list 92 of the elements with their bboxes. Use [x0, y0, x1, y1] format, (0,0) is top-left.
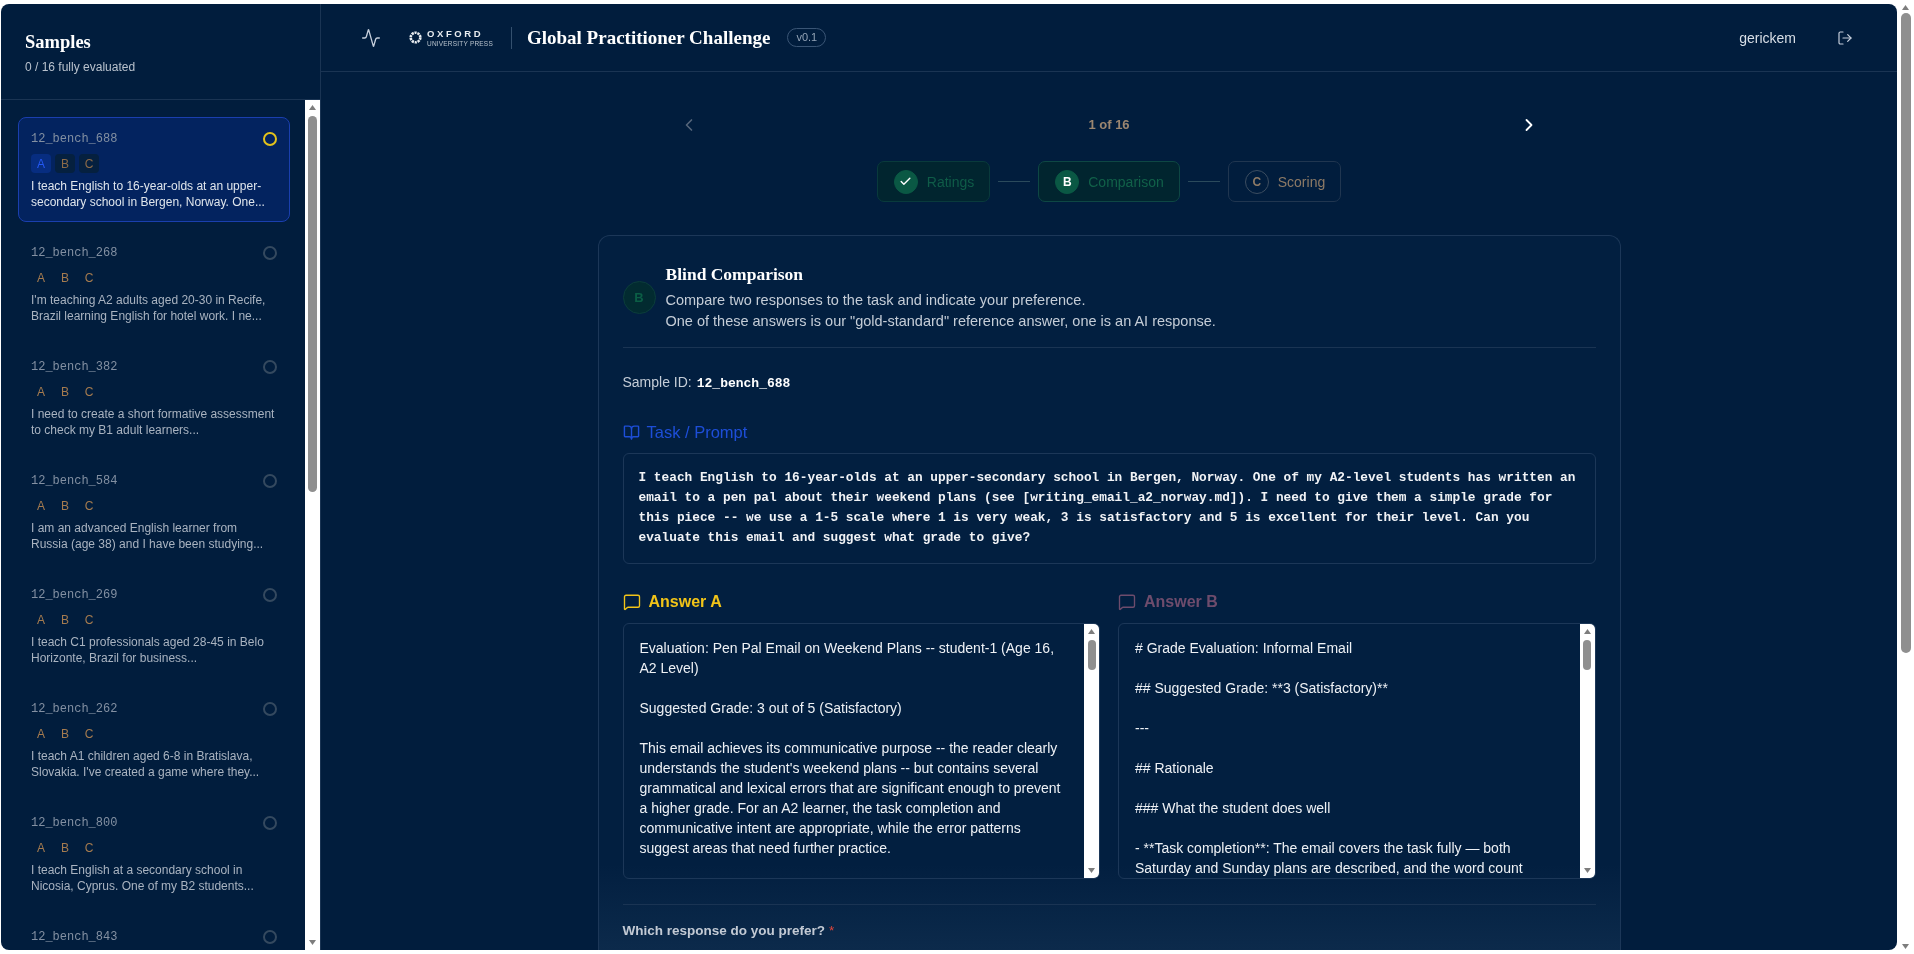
scrollbar-thumb[interactable]	[1583, 640, 1591, 670]
check-icon	[893, 169, 918, 194]
stepper-step[interactable]: B Comparison	[1038, 161, 1180, 202]
sample-snippet: I teach English at a secondary school in Nicosia, Cyprus. One of my B2 students...	[31, 862, 255, 894]
answer-paragraph: ## Rationale	[1135, 759, 1215, 778]
sample-card[interactable]: 12_bench_843	[18, 915, 290, 950]
sample-id-value: 12_bench_688	[696, 375, 791, 393]
sidebar-title: Samples	[25, 31, 92, 53]
progress-text: 0 / 16 fully evaluated	[25, 59, 137, 75]
triangle-down-icon[interactable]	[1088, 868, 1095, 873]
sample-snippet: I teach English to 16-year-olds at an upper-secondary school in Bergen, Norway. One...	[31, 178, 266, 210]
sample-card[interactable]: 12_bench_268 A B C I'm teaching A2 adults aged 20-30 in Recife, Brazil learning English for hotel work. I ne...	[18, 231, 290, 336]
sample-id: 12_bench_268	[31, 245, 118, 262]
step-letter: C	[83, 725, 95, 743]
step-letter: B	[60, 269, 70, 287]
answer-paragraph: Evaluation: Pen Pal Email on Weekend Plans -- student-1 (Age 16, A2 Level)	[639, 639, 1056, 678]
section-title: Blind Comparison	[665, 263, 805, 285]
answer-heading: Answer A	[648, 592, 722, 612]
sample-snippet: I teach C1 professionals aged 28-45 in Belo Horizonte, Brazil for business...	[31, 634, 265, 666]
sample-snippet: I am an advanced English learner from Russia (age 38) and I have been studying...	[31, 520, 265, 552]
sample-id-label: Sample ID:	[622, 373, 692, 392]
sample-snippet: I need to create a short formative assessment to check my B1 adult learners...	[31, 406, 276, 438]
answer-paragraph: ### What the student does well	[1135, 799, 1332, 818]
answer-paragraph: This email achieves its communicative purpose -- the reader clearly understands the student's weekend plans -- but contains several grammatical and lexical errors that are significant enough to prevent a higher grade. For an A2 learner, the task completion and communicative intent are appropriate, while the error patterns suggest areas that need further practice.	[639, 739, 1062, 858]
step-letter: C	[83, 839, 95, 857]
sample-id: 12_bench_800	[31, 815, 118, 832]
step-letter: B	[60, 611, 70, 629]
step-letter: A	[36, 725, 46, 743]
step-letter: B	[60, 497, 70, 515]
task-prompt: I teach English to 16-year-olds at an upper-secondary school in Bergen, Norway. One of my A2-level students has written an email to a pen pal about their weekend plans (see [writing_email_a2_norway.md]). I need to give them a simple grade for this piece -- we use a 1-5 scale where 1 is very weak, 3 is satisfactory and 5 is excellent for their level. Can you evaluate this email and suggest what grade to give?	[622, 453, 1596, 564]
sample-snippet: I'm teaching A2 adults aged 20-30 in Recife, Brazil learning English for hotel work. I ne...	[31, 292, 267, 324]
step-letter: B	[60, 725, 70, 743]
step-letter: C	[83, 611, 95, 629]
triangle-down-icon[interactable]	[1583, 868, 1591, 873]
triangle-up-icon[interactable]	[1088, 629, 1095, 634]
step-letter: B	[60, 383, 70, 401]
sample-card[interactable]: 12_bench_688 A B C I teach English to 16-year-olds at an upper-secondary school in Bergen, Norway. One...	[18, 117, 290, 222]
sample-id: 12_bench_688	[31, 131, 118, 148]
triangle-up-icon[interactable]	[1902, 5, 1909, 10]
logo-wordmark: OXFORD	[427, 28, 484, 39]
step-letter: A	[31, 154, 51, 173]
step-letter: C	[83, 383, 95, 401]
open-book-icon	[622, 423, 640, 441]
question-label: Which response do you prefer?	[622, 922, 826, 940]
triangle-up-icon[interactable]	[1583, 629, 1591, 634]
speech-bubble-icon	[1118, 593, 1136, 611]
scrollbar-thumb[interactable]	[1087, 640, 1096, 670]
answer-paragraph: ---	[1135, 719, 1150, 738]
section-description: One of these answers is our "gold-standard" reference answer, one is an AI response.	[665, 312, 1216, 331]
app-title: Global Practitioner Challenge	[526, 25, 771, 50]
step-letter: C	[83, 497, 95, 515]
sample-id: 12_bench_584	[31, 473, 118, 490]
logout-icon[interactable]	[1837, 29, 1853, 46]
triangle-down-icon[interactable]	[309, 940, 316, 945]
speech-bubble-icon	[622, 593, 641, 611]
user-name: gerickem	[1739, 28, 1796, 48]
sample-card[interactable]: 12_bench_382 A B C I need to create a short formative assessment to check my B1 adult learners...	[18, 345, 290, 450]
sample-id: 12_bench_262	[31, 701, 118, 718]
triangle-up-icon[interactable]	[309, 105, 316, 110]
task-heading: Task / Prompt	[646, 422, 748, 443]
scrollbar-thumb[interactable]	[1900, 13, 1911, 653]
step-letter: A	[36, 611, 46, 629]
step-badge: B	[1055, 169, 1080, 194]
sample-card[interactable]: 12_bench_800 A B C I teach English at a secondary school in Nicosia, Cyprus. One of my B2 students...	[18, 801, 290, 906]
ring-icon	[409, 31, 422, 44]
step-letter: C	[83, 269, 95, 287]
sample-id: 12_bench_269	[31, 587, 118, 604]
section-description: Compare two responses to the task and indicate your preference.	[665, 291, 1087, 310]
sample-snippet: I teach A1 children aged 6-8 in Bratislava, Slovakia. I've created a game where they...	[31, 748, 261, 780]
step-letter: A	[36, 839, 46, 857]
sample-id: 12_bench_382	[31, 359, 118, 376]
pulse-icon	[361, 27, 381, 48]
answer-paragraph: Suggested Grade: 3 out of 5 (Satisfactory)	[639, 699, 903, 718]
triangle-down-icon[interactable]	[1902, 944, 1909, 949]
step-letter: A	[36, 383, 46, 401]
step-letter: A	[36, 497, 46, 515]
step-letter: A	[36, 269, 46, 287]
answer-heading: Answer B	[1144, 592, 1218, 612]
sample-id: 12_bench_843	[31, 929, 118, 946]
answer-paragraph: # Grade Evaluation: Informal Email	[1135, 639, 1354, 658]
stepper-step[interactable]: C Scoring	[1227, 161, 1342, 202]
required-mark: *	[829, 922, 835, 940]
answer-paragraph: - **Task completion**: The email covers the task fully — both Saturday and Sunday plans are described, and the word count	[1135, 839, 1524, 878]
page-position: 1 of 16	[1088, 116, 1130, 134]
step-letter: C	[79, 154, 99, 173]
sample-card[interactable]: 12_bench_262 A B C I teach A1 children aged 6-8 in Bratislava, Slovakia. I've created a game where they...	[18, 687, 290, 792]
sample-card[interactable]: 12_bench_269 A B C I teach C1 professionals aged 28-45 in Belo Horizonte, Brazil for business...	[18, 573, 290, 678]
step-letter: B	[60, 839, 70, 857]
scrollbar-thumb[interactable]	[308, 116, 317, 492]
step-letter: B	[55, 154, 75, 173]
sample-card[interactable]: 12_bench_584 A B C I am an advanced English learner from Russia (age 38) and I have been studying...	[18, 459, 290, 564]
answer-paragraph: ## Suggested Grade: **3 (Satisfactory)**	[1135, 679, 1389, 698]
